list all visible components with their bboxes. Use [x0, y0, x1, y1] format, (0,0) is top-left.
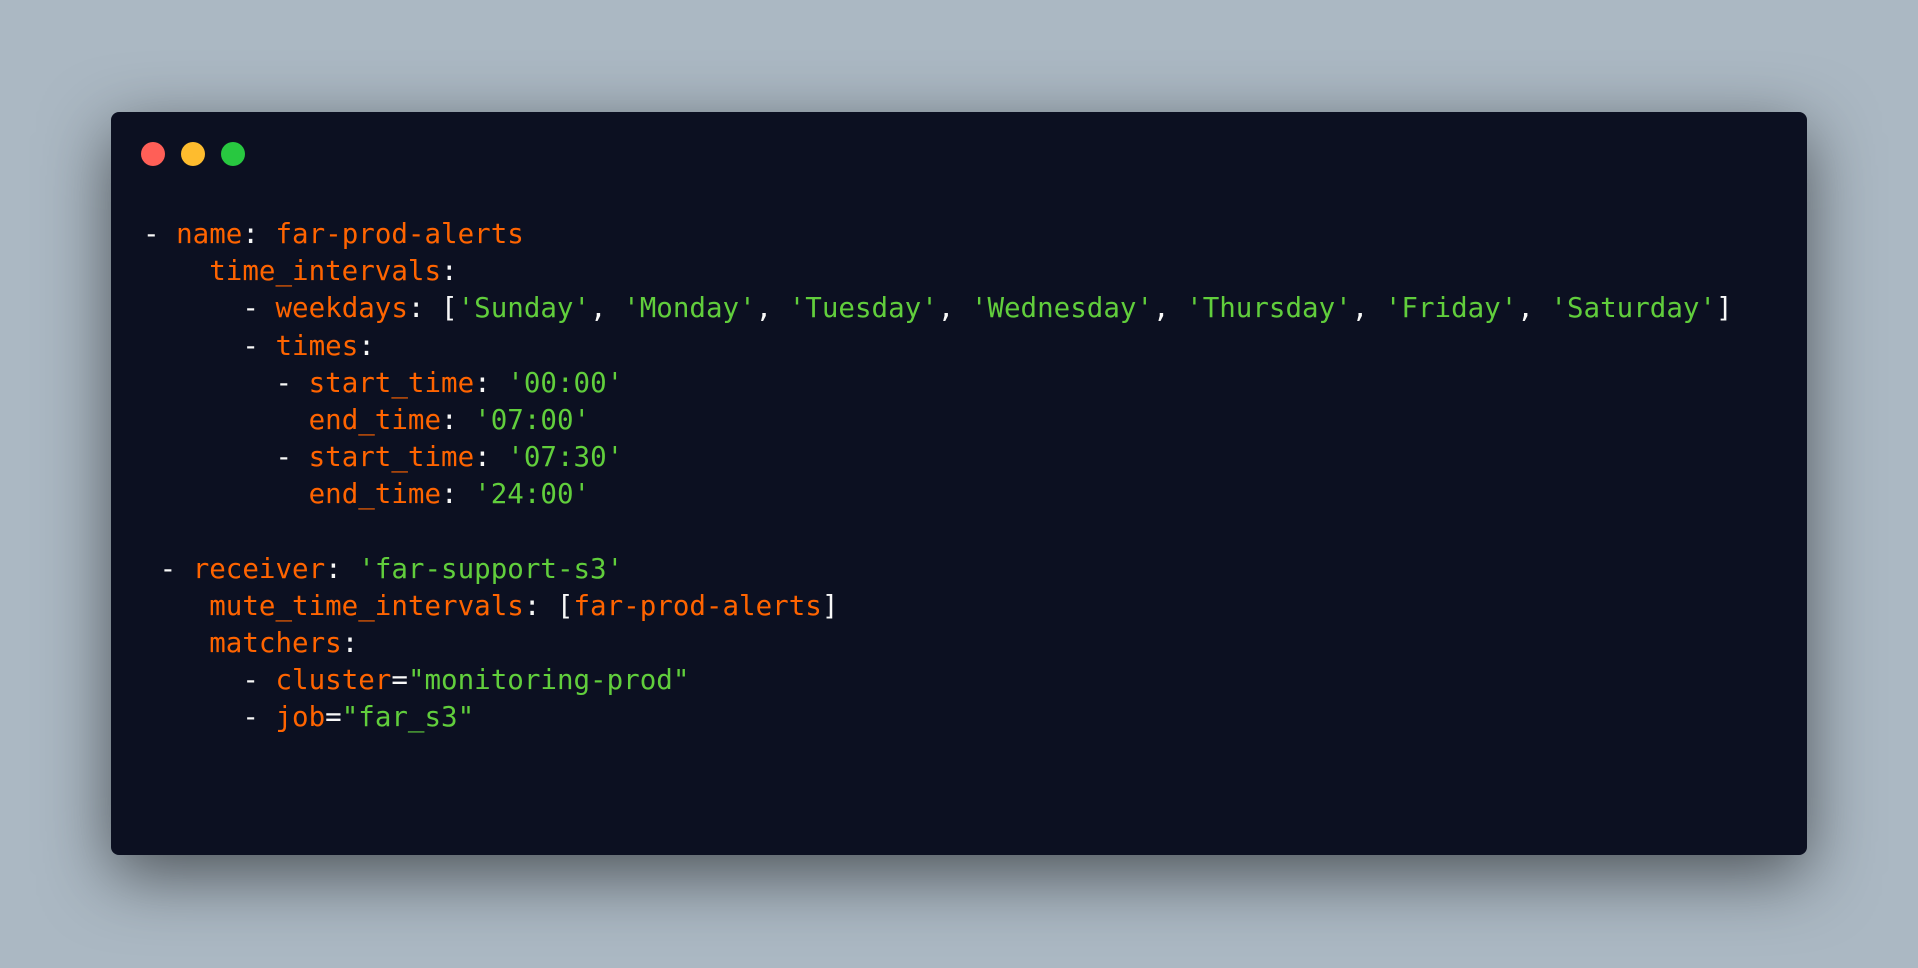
- code-punctuation: :: [441, 255, 458, 288]
- code-line: end_time: '24:00': [143, 476, 1733, 513]
- code-punctuation: ]: [821, 589, 839, 622]
- code-string: '07:30': [507, 441, 624, 474]
- code-punctuation: ,: [590, 292, 624, 325]
- code-punctuation: :: [474, 366, 508, 399]
- minimize-dot-icon[interactable]: [181, 142, 205, 166]
- code-key: mute_time_intervals: [209, 589, 524, 622]
- maximize-dot-icon[interactable]: [221, 142, 245, 166]
- code-key: job: [275, 701, 326, 734]
- code-punctuation: ,: [1517, 292, 1551, 325]
- code-punctuation: : [: [523, 589, 574, 622]
- code-key: time_intervals: [209, 255, 442, 288]
- code-punctuation: :: [341, 627, 359, 660]
- close-dot-icon[interactable]: [141, 142, 165, 166]
- code-string: 'Saturday': [1550, 292, 1716, 325]
- code-key: end_time: [308, 403, 442, 436]
- code-key: name: [176, 218, 243, 250]
- code-block: - name: far-prod-alerts time_intervals : …: [143, 216, 1733, 737]
- code-line: - name: far-prod-alerts: [143, 216, 1733, 253]
- code-punctuation: ,: [755, 292, 789, 325]
- code-key: receiver: [192, 552, 326, 585]
- code-punctuation: =: [391, 664, 408, 697]
- code-key: times: [275, 329, 359, 362]
- code-key: weekdays: [275, 292, 408, 325]
- code-string: 'Wednesday': [970, 292, 1154, 325]
- code-punctuation: :: [474, 441, 508, 474]
- code-line: - weekdays: ['Sunday', 'Monday', 'Tuesda…: [143, 290, 1733, 327]
- code-string: 'Friday': [1384, 292, 1518, 325]
- code-key: start_time: [308, 441, 475, 474]
- code-punctuation: :: [242, 218, 276, 250]
- code-line: mute_time_intervals: [far-prod-alerts]: [143, 588, 1733, 625]
- code-line: - start_time: '07:30': [143, 439, 1733, 476]
- code-key: cluster: [275, 664, 392, 697]
- code-line: - receiver: 'far-support-s3': [143, 551, 1733, 588]
- code-punctuation: ,: [1351, 292, 1385, 325]
- page-background: { "window": { "controls": ["close", "min…: [0, 0, 1918, 968]
- code-line: matchers:: [143, 625, 1733, 662]
- code-string: 'Thursday': [1186, 292, 1352, 325]
- code-key: matchers: [209, 627, 342, 660]
- code-line: - start_time: '00:00': [143, 365, 1733, 402]
- code-punctuation: -: [242, 664, 276, 697]
- code-punctuation: -: [242, 292, 276, 325]
- code-punctuation: : [: [407, 292, 458, 325]
- code-key: start_time: [308, 366, 475, 399]
- code-line: - times:: [143, 328, 1733, 365]
- code-punctuation: -: [242, 701, 276, 734]
- code-punctuation: :: [441, 403, 475, 436]
- code-window: - name: far-prod-alerts time_intervals : …: [111, 112, 1807, 855]
- code-punctuation: :: [325, 552, 359, 585]
- code-punctuation: =: [325, 701, 342, 734]
- code-string: 'Sunday': [457, 292, 591, 325]
- code-punctuation: -: [275, 441, 309, 474]
- code-string: "monitoring-prod": [407, 664, 690, 697]
- code-punctuation: -: [275, 366, 309, 399]
- code-punctuation: ,: [937, 292, 971, 325]
- code-string: '00:00': [507, 366, 624, 399]
- code-key: far-prod-alerts: [275, 218, 524, 250]
- code-punctuation: ]: [1716, 292, 1733, 325]
- code-punctuation: ,: [1153, 292, 1187, 325]
- code-line: - job="far_s3": [143, 699, 1733, 736]
- code-punctuation: -: [143, 218, 177, 250]
- code-line: time_intervals:: [143, 253, 1733, 290]
- code-punctuation: :: [441, 478, 475, 511]
- code-string: 'Tuesday': [788, 292, 938, 325]
- code-string: '24:00': [474, 478, 591, 511]
- code-punctuation: :: [358, 329, 375, 362]
- code-string: '07:00': [474, 403, 591, 436]
- code-line: end_time: '07:00': [143, 402, 1733, 439]
- code-string: 'Monday': [623, 292, 756, 325]
- code-key: far-prod-alerts: [573, 589, 822, 622]
- code-key: end_time: [308, 478, 442, 511]
- code-string: "far_s3": [341, 701, 475, 734]
- code-line: - cluster="monitoring-prod": [143, 662, 1733, 699]
- code-string: 'far-support-s3': [358, 552, 624, 585]
- code-punctuation: -: [242, 329, 276, 362]
- code-punctuation: -: [159, 552, 193, 585]
